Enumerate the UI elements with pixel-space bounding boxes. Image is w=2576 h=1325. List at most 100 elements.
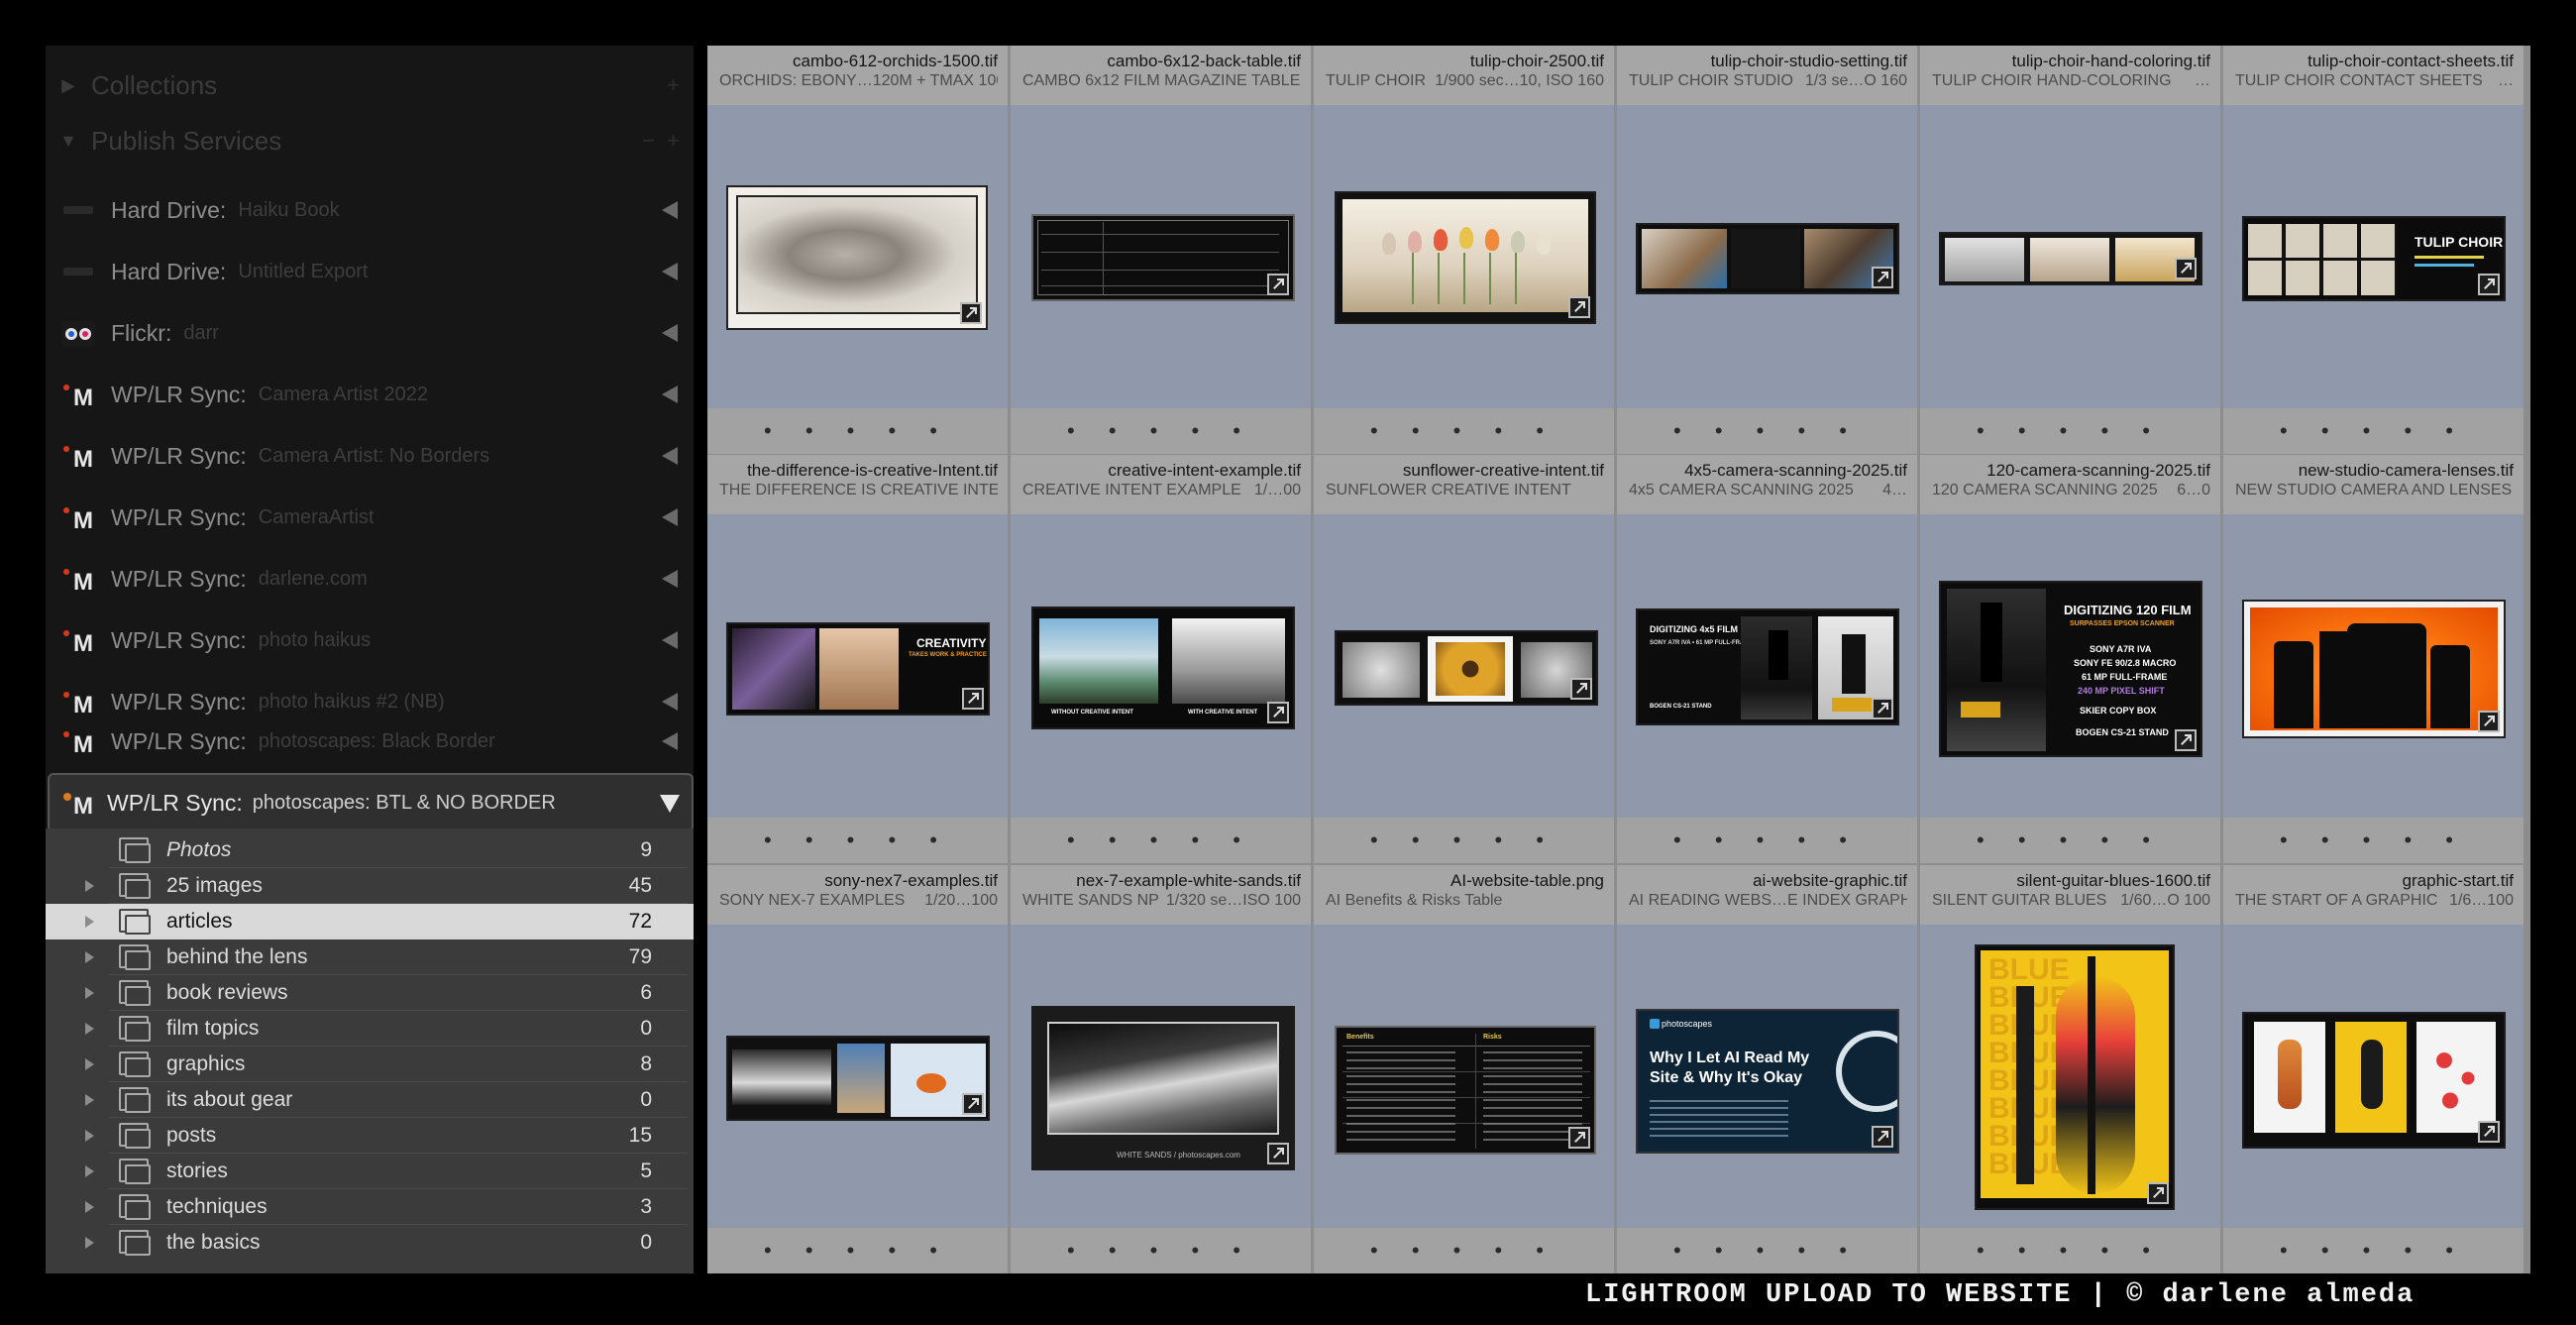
edited-badge-icon[interactable] (2175, 729, 2197, 751)
collection-row[interactable]: film topics 0 (46, 1011, 694, 1047)
edited-badge-icon[interactable] (1267, 1143, 1289, 1164)
edited-badge-icon[interactable] (1267, 702, 1289, 723)
expand-triangle-icon[interactable] (85, 951, 94, 963)
edited-badge-icon[interactable] (1568, 1127, 1590, 1149)
expand-arrow-icon[interactable] (662, 201, 678, 219)
collection-row[interactable]: techniques 3 (46, 1189, 694, 1225)
publish-service-row[interactable]: M WP/LR Sync : Camera Artist 2022 (46, 364, 694, 425)
grid-cell[interactable]: new-studio-camera-lenses.tif NEW STUDIO … (2223, 455, 2523, 863)
collections-section-header[interactable]: ▶ Collections + (46, 59, 694, 111)
expand-triangle-icon[interactable] (85, 1094, 94, 1106)
grid-cell[interactable]: ai-website-graphic.tif AI READING WEBS…E… (1617, 865, 1917, 1273)
edited-badge-icon[interactable] (1267, 274, 1289, 295)
expand-triangle-icon[interactable] (85, 1023, 94, 1035)
publish-service-row[interactable]: Hard Drive : Haiku Book (46, 179, 694, 241)
studio-setting-thumbnail[interactable] (1636, 223, 1899, 294)
hand-coloring-thumbnail[interactable] (1939, 232, 2202, 285)
grid-cell[interactable]: sunflower-creative-intent.tif SUNFLOWER … (1314, 455, 1614, 863)
publish-service-row[interactable]: M WP/LR Sync : Camera Artist: No Borders (46, 425, 694, 487)
expand-triangle-icon[interactable] (85, 880, 94, 892)
edited-badge-icon[interactable] (962, 688, 984, 710)
collection-row-photos[interactable]: Photos 9 (46, 832, 694, 868)
expand-arrow-icon[interactable] (662, 570, 678, 588)
collapse-triangle-icon[interactable] (660, 795, 680, 813)
grid-cell[interactable]: creative-intent-example.tif CREATIVE INT… (1011, 455, 1311, 863)
grid-cell[interactable]: 120-camera-scanning-2025.tif 120 CAMERA … (1920, 455, 2220, 863)
silent-guitar-thumbnail[interactable]: BLUE BLUE BLUE BLUE BLUE BLUE BLUE BLUE (1975, 944, 2175, 1210)
grid-cell[interactable]: cambo-6x12-back-table.tif CAMBO 6x12 FIL… (1011, 46, 1311, 454)
collection-row[interactable]: posts 15 (46, 1118, 694, 1154)
collection-row[interactable]: behind the lens 79 (46, 939, 694, 975)
selected-publish-service[interactable]: M WP/LR Sync : photoscapes: BTL & NO BOR… (48, 773, 694, 832)
expanded-triangle-icon[interactable]: ▼ (46, 131, 91, 152)
ai-table-thumbnail[interactable]: Benefits Risks (1335, 1026, 1596, 1155)
expand-arrow-icon[interactable] (662, 508, 678, 526)
expand-arrow-icon[interactable] (662, 732, 678, 750)
edited-badge-icon[interactable] (1872, 267, 1893, 288)
expand-arrow-icon[interactable] (662, 263, 678, 280)
edited-badge-icon[interactable] (1568, 296, 1590, 318)
publish-service-row[interactable]: M WP/LR Sync : photo haikus (46, 609, 694, 671)
grid-cell[interactable]: 4x5-camera-scanning-2025.tif 4x5 CAMERA … (1617, 455, 1917, 863)
graphic-start-thumbnail[interactable] (2242, 1012, 2506, 1149)
edited-badge-icon[interactable] (2175, 258, 2197, 279)
scanning-4x5-thumbnail[interactable]: DIGITIZING 4x5 FILM SONY A7R IVA • 61 MP… (1636, 608, 1899, 725)
expand-triangle-icon[interactable] (85, 1165, 94, 1177)
edited-badge-icon[interactable] (962, 1093, 984, 1115)
collapsed-triangle-icon[interactable]: ▶ (46, 75, 91, 96)
ai-website-graphic-thumbnail[interactable]: photoscapes Why I Let AI Read My Site & … (1636, 1009, 1899, 1154)
grid-cell[interactable]: tulip-choir-2500.tif TULIP CHOIR 1/900 se… (1314, 46, 1614, 454)
collection-row[interactable]: its about gear 0 (46, 1082, 694, 1118)
expand-triangle-icon[interactable] (85, 987, 94, 999)
expand-triangle-icon[interactable] (85, 916, 94, 928)
publish-service-row[interactable]: M WP/LR Sync : CameraArtist (46, 487, 694, 548)
edited-badge-icon[interactable] (2478, 274, 2500, 295)
grid-cell[interactable]: nex-7-example-white-sands.tif WHITE SAND… (1011, 865, 1311, 1273)
edited-badge-icon[interactable] (2478, 1121, 2500, 1143)
collection-row[interactable]: the basics 0 (46, 1225, 694, 1261)
grid-cell[interactable]: tulip-choir-hand-coloring.tif TULIP CHOI… (1920, 46, 2220, 454)
white-sands-thumbnail[interactable]: WHITE SANDS / photoscapes.com (1031, 1006, 1295, 1170)
collection-row[interactable]: 25 images 45 (46, 868, 694, 904)
expand-triangle-icon[interactable] (85, 1201, 94, 1213)
grid-cell[interactable]: tulip-choir-studio-setting.tif TULIP CHO… (1617, 46, 1917, 454)
grid-cell[interactable]: cambo-612-orchids-1500.tif ORCHIDS: EBON… (707, 46, 1008, 454)
collection-row[interactable]: book reviews 6 (46, 975, 694, 1011)
grid-cell[interactable]: graphic-start.tif THE START OF A GRAPHIC… (2223, 865, 2523, 1273)
publish-service-row[interactable]: M WP/LR Sync : photoscapes: Black Border (46, 711, 694, 772)
expand-triangle-icon[interactable] (85, 1130, 94, 1142)
collection-row-selected[interactable]: articles 72 (46, 904, 694, 939)
grid-cell[interactable]: silent-guitar-blues-1600.tif SILENT GUIT… (1920, 865, 2220, 1273)
expand-triangle-icon[interactable] (85, 1237, 94, 1249)
publish-services-section-header[interactable]: ▼ Publish Services − + (46, 115, 694, 166)
edited-badge-icon[interactable] (1570, 678, 1592, 700)
edited-badge-icon[interactable] (1872, 1126, 1893, 1148)
collection-row[interactable]: stories 5 (46, 1154, 694, 1189)
edited-badge-icon[interactable] (960, 302, 982, 324)
edited-badge-icon[interactable] (2478, 711, 2500, 732)
add-collection-icon[interactable]: + (667, 72, 680, 98)
scanning-120-thumbnail[interactable]: DIGITIZING 120 FILM SURPASSES EPSON SCAN… (1939, 581, 2202, 757)
publish-services-controls-icon[interactable]: − + (642, 128, 680, 154)
publish-service-row[interactable]: Flickr : darr (46, 302, 694, 364)
grid-cell[interactable]: AI-website-table.png AI Benefits & Risks… (1314, 865, 1614, 1273)
publish-service-row[interactable]: M WP/LR Sync : darlene.com (46, 548, 694, 609)
orchid-thumbnail[interactable] (726, 185, 988, 330)
expand-arrow-icon[interactable] (662, 386, 678, 403)
expand-arrow-icon[interactable] (662, 324, 678, 342)
sony-nex7-thumbnail[interactable] (726, 1036, 990, 1121)
creativity-thumbnail[interactable]: CREATIVITY TAKES WORK & PRACTICE (726, 622, 990, 716)
creative-intent-thumbnail[interactable]: WITHOUT CREATIVE INTENT WITH CREATIVE IN… (1031, 607, 1295, 729)
collection-row[interactable]: graphics 8 (46, 1047, 694, 1082)
contact-sheets-thumbnail[interactable]: TULIP CHOIR (2242, 216, 2506, 301)
tulips-thumbnail[interactable] (1335, 191, 1596, 324)
sunflower-thumbnail[interactable] (1335, 630, 1598, 706)
expand-arrow-icon[interactable] (662, 631, 678, 649)
expand-triangle-icon[interactable] (85, 1058, 94, 1070)
grid-cell[interactable]: sony-nex7-examples.tif SONY NEX-7 EXAMPL… (707, 865, 1008, 1273)
edited-badge-icon[interactable] (1872, 698, 1893, 719)
publish-service-row[interactable]: Hard Drive : Untitled Export (46, 241, 694, 302)
table-thumbnail[interactable] (1031, 214, 1295, 301)
studio-lenses-thumbnail[interactable] (2242, 600, 2506, 738)
expand-arrow-icon[interactable] (662, 447, 678, 465)
